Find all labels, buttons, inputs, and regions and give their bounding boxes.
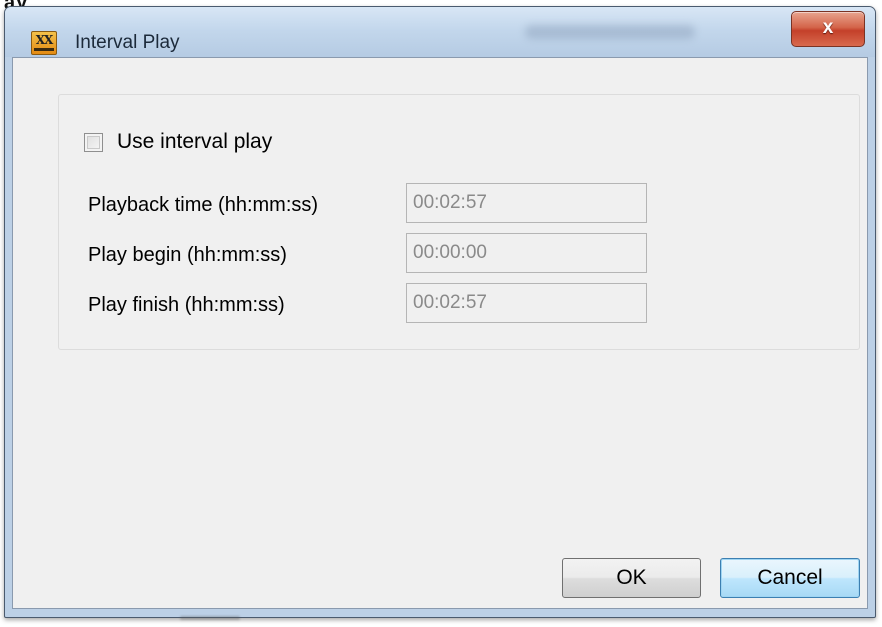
cancel-button[interactable]: Cancel	[720, 558, 860, 598]
close-button[interactable]: x	[791, 11, 865, 47]
interval-settings-group: Use interval play Playback time (hh:mm:s…	[58, 94, 860, 350]
app-icon: XX	[31, 31, 57, 55]
window-title: Interval Play	[75, 32, 180, 53]
title-bar[interactable]: XX Interval Play x	[5, 7, 875, 57]
blurred-background-text	[525, 25, 695, 39]
close-icon: x	[822, 17, 834, 38]
dialog-client-area: Use interval play Playback time (hh:mm:s…	[12, 57, 868, 609]
playback-time-field[interactable]: 00:02:57	[406, 183, 647, 223]
use-interval-play-label[interactable]: Use interval play	[117, 130, 272, 154]
ok-button[interactable]: OK	[562, 558, 701, 598]
playback-time-label: Playback time (hh:mm:ss)	[88, 194, 319, 216]
use-interval-play-checkbox[interactable]	[84, 132, 103, 152]
background-artifact	[180, 616, 240, 620]
interval-play-dialog: XX Interval Play x Use interval play Pla…	[4, 6, 876, 618]
play-begin-label: Play begin (hh:mm:ss)	[88, 244, 287, 266]
use-interval-play-row[interactable]: Use interval play	[84, 129, 272, 155]
app-icon-text: XX	[35, 33, 54, 47]
play-begin-field[interactable]: 00:00:00	[406, 233, 647, 273]
play-finish-label: Play finish (hh:mm:ss)	[88, 294, 285, 316]
play-finish-field[interactable]: 00:02:57	[406, 283, 647, 323]
